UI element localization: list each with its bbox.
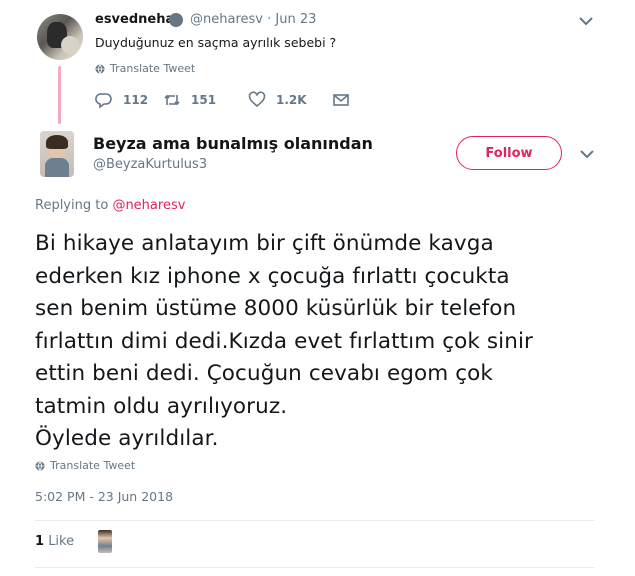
- follow-button[interactable]: Follow: [456, 136, 562, 170]
- tweet-timestamp[interactable]: 5:02 PM - 23 Jun 2018: [35, 489, 173, 504]
- parent-handle[interactable]: @neharesv: [190, 12, 263, 27]
- like-summary[interactable]: 1 Like: [35, 534, 74, 549]
- chevron-down-icon[interactable]: [576, 14, 596, 28]
- liker-avatar[interactable]: [98, 530, 112, 553]
- reply-display-name[interactable]: Beyza ama bunalmış olanından: [93, 134, 373, 153]
- translate-label: Translate Tweet: [110, 62, 196, 75]
- parent-display-name[interactable]: esvednehar: [95, 12, 181, 27]
- reply-tweet-text: Bi hikaye anlatayım bir çift önümde kavg…: [35, 231, 533, 451]
- avatar-esvednehar[interactable]: [37, 14, 83, 60]
- reply-count: 112: [123, 93, 149, 107]
- heart-icon: [248, 91, 266, 108]
- parent-date[interactable]: · Jun 23: [267, 12, 316, 27]
- parent-tweet-text: Duyduğunuz en saçma ayrılık sebebi ?: [95, 35, 337, 50]
- profile-badge-icon: [169, 13, 183, 27]
- direct-message-button[interactable]: [332, 91, 350, 109]
- divider: [35, 520, 595, 521]
- retweet-button[interactable]: 151: [163, 91, 248, 109]
- like-total: 1: [35, 534, 45, 549]
- like-button[interactable]: 1.2K: [248, 91, 332, 109]
- parent-actions: 112 151 1.2K: [95, 91, 350, 109]
- translate-tweet-link[interactable]: Translate Tweet: [95, 62, 195, 75]
- parent-handle-date[interactable]: @neharesv · Jun 23: [190, 12, 316, 27]
- replying-to-link[interactable]: @neharesv: [112, 198, 185, 213]
- reply-button[interactable]: 112: [95, 91, 163, 109]
- divider: [35, 567, 595, 568]
- avatar-beyza[interactable]: [40, 131, 74, 177]
- retweet-count: 151: [191, 93, 217, 107]
- globe-icon: [35, 461, 45, 470]
- reply-icon: [95, 93, 112, 109]
- like-label: Like: [48, 534, 75, 549]
- translate-tweet-link[interactable]: Translate Tweet: [35, 459, 135, 472]
- like-count: 1.2K: [276, 93, 307, 107]
- thread-connector: [58, 66, 61, 124]
- replying-prefix: Replying to: [35, 198, 109, 213]
- reply-handle[interactable]: @BeyzaKurtulus3: [93, 157, 207, 172]
- replying-to: Replying to @neharesv: [35, 198, 185, 213]
- globe-icon: [95, 64, 105, 73]
- translate-label: Translate Tweet: [50, 459, 136, 472]
- message-icon: [333, 94, 349, 106]
- chevron-down-icon[interactable]: [576, 146, 598, 162]
- retweet-icon: [164, 94, 180, 106]
